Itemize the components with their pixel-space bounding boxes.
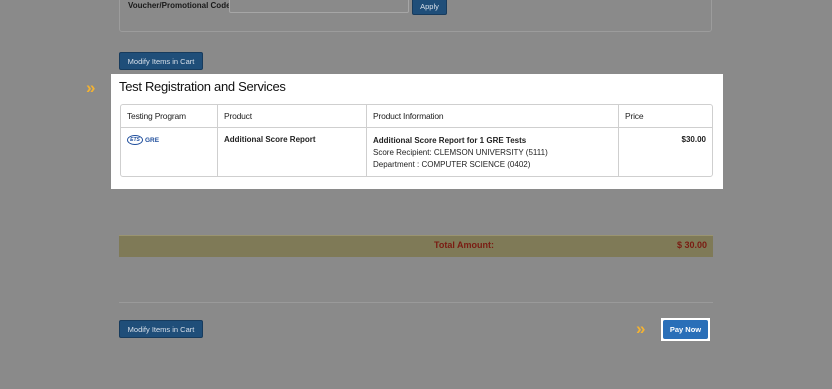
pay-now-highlight: Pay Now — [661, 318, 710, 341]
voucher-code-input[interactable] — [229, 0, 409, 13]
apply-button[interactable]: Apply — [412, 0, 447, 15]
product-info-cell: Additional Score Report for 1 GRE Tests … — [367, 128, 619, 176]
testing-program-cell: ETS GRE — [121, 128, 218, 176]
ets-logo-icon: ETS — [127, 135, 143, 145]
table-header-row: Testing Program Product Product Informat… — [121, 105, 712, 128]
column-header-product-information: Product Information — [367, 105, 619, 128]
product-cell: Additional Score Report — [218, 128, 367, 176]
table-row: ETS GRE Additional Score Report Addition… — [121, 128, 712, 176]
modify-items-button-bottom[interactable]: Modify Items in Cart — [119, 320, 203, 338]
total-bar — [119, 235, 713, 257]
divider — [119, 302, 713, 303]
pay-now-button[interactable]: Pay Now — [663, 320, 708, 339]
score-recipient: Score Recipient: CLEMSON UNIVERSITY (511… — [373, 148, 548, 157]
product-info-title: Additional Score Report for 1 GRE Tests — [373, 136, 527, 145]
chevron-right-icon: » — [86, 78, 96, 97]
total-label: Total Amount: — [434, 240, 494, 250]
voucher-label: Voucher/Promotional Code — [128, 1, 231, 10]
price-cell: $30.00 — [681, 135, 706, 144]
cart-table: Testing Program Product Product Informat… — [120, 104, 713, 177]
chevron-right-icon-pay: » — [636, 319, 646, 338]
department: Department : COMPUTER SCIENCE (0402) — [373, 160, 531, 169]
total-value: $ 30.00 — [677, 240, 708, 250]
modify-items-button[interactable]: Modify Items in Cart — [119, 52, 203, 70]
column-header-product: Product — [218, 105, 367, 128]
ets-gre-logo: ETS GRE — [127, 135, 211, 145]
gre-logo-text: GRE — [145, 136, 160, 144]
section-title: Test Registration and Services — [119, 79, 286, 94]
column-header-price: Price — [619, 105, 712, 128]
column-header-testing-program: Testing Program — [121, 105, 218, 128]
